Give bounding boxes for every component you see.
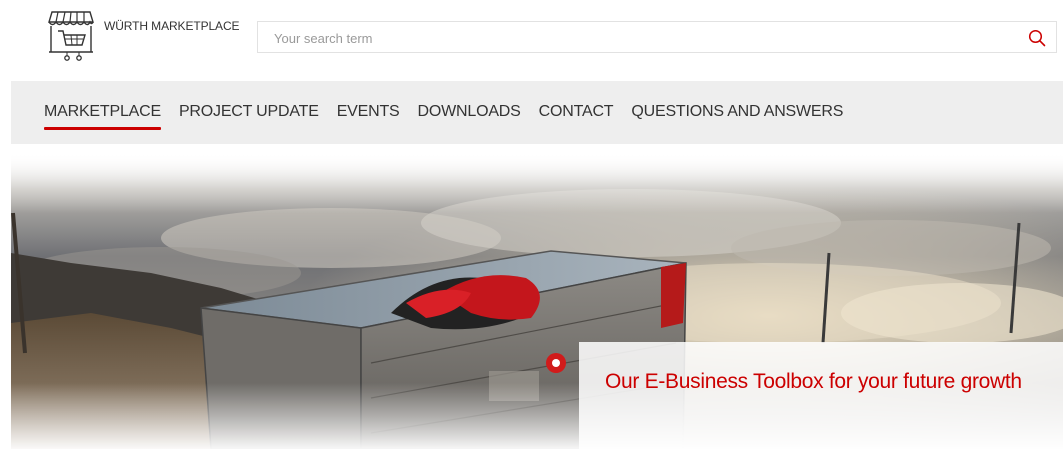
nav-item-contact[interactable]: CONTACT — [539, 103, 614, 121]
nav-item-marketplace[interactable]: MARKETPLACE — [44, 103, 161, 130]
nav-list: MARKETPLACE PROJECT UPDATE EVENTS DOWNLO… — [44, 103, 861, 130]
shop-cart-icon — [48, 11, 94, 61]
search-bar — [257, 21, 1057, 54]
logo[interactable]: WÜRTH MARKETPLACE — [46, 8, 240, 64]
logo-text: WÜRTH MARKETPLACE — [104, 19, 240, 33]
site-header: WÜRTH MARKETPLACE — [0, 0, 1063, 80]
promo-box: Our E-Business Toolbox for your future g… — [579, 342, 1063, 449]
hero-banner[interactable]: Our E-Business Toolbox for your future g… — [11, 153, 1063, 449]
search-input[interactable] — [272, 22, 1016, 54]
nav-item-downloads[interactable]: DOWNLOADS — [418, 103, 521, 121]
search-icon[interactable] — [1028, 29, 1046, 47]
nav-item-questions-and-answers[interactable]: QUESTIONS AND ANSWERS — [631, 103, 843, 121]
nav-item-events[interactable]: EVENTS — [337, 103, 400, 121]
nav-item-project-update[interactable]: PROJECT UPDATE — [179, 103, 319, 121]
hero-headline[interactable]: Our E-Business Toolbox for your future g… — [605, 370, 1025, 394]
main-navigation: MARKETPLACE PROJECT UPDATE EVENTS DOWNLO… — [11, 81, 1063, 144]
